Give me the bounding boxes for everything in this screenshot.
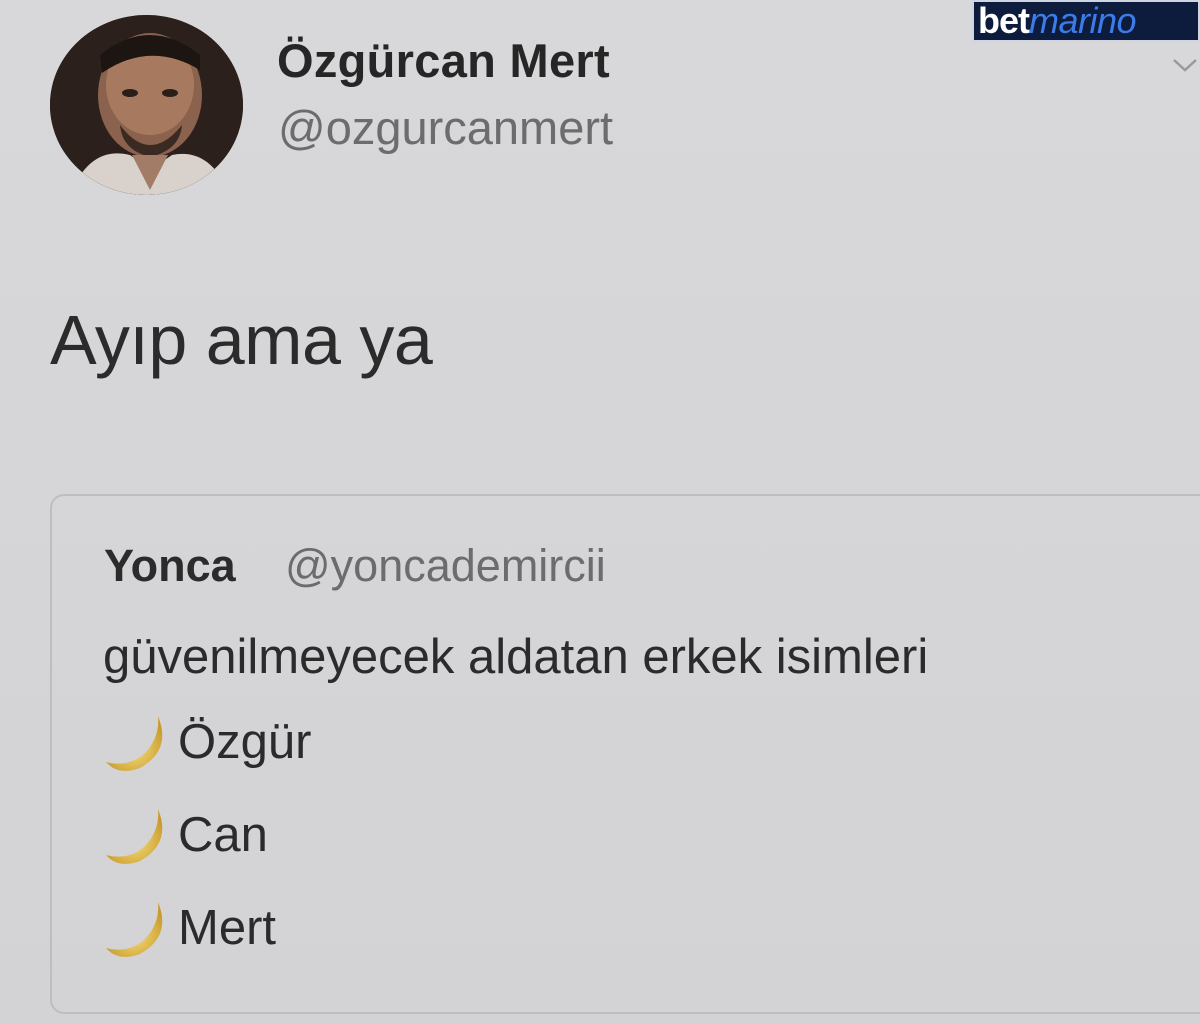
crescent-moon-icon (106, 902, 163, 957)
quoted-display-name: Yonca (104, 540, 236, 591)
quoted-tweet-card[interactable]: Yonca @yoncademircii güvenilmeyecek alda… (50, 494, 1200, 1014)
tweet-text: Ayıp ama ya (50, 301, 433, 379)
quoted-user-handle: @yoncademircii (285, 540, 606, 591)
logo-text-bet: bet (978, 0, 1030, 41)
list-item: Özgür (100, 710, 311, 774)
avatar[interactable] (50, 15, 243, 195)
list-item-label: Özgür (178, 715, 312, 769)
tweet-screenshot: Özgürcan Mert @ozgurcanmert bet marino Ay… (0, 0, 1200, 1023)
crescent-moon-icon (106, 809, 163, 864)
crescent-moon-icon (106, 716, 163, 771)
watermark-logo: bet marino (972, 0, 1200, 42)
list-item: Can (100, 803, 268, 867)
profile-photo (50, 15, 243, 195)
user-handle[interactable]: @ozgurcanmert (278, 100, 613, 155)
display-name[interactable]: Özgürcan Mert (277, 33, 610, 88)
chevron-down-icon[interactable] (1170, 50, 1200, 80)
list-item-label: Mert (178, 901, 276, 955)
quoted-tweet-text: güvenilmeyecek aldatan erkek isimleri (103, 630, 929, 684)
list-item-label: Can (178, 808, 268, 862)
list-item: Mert (100, 896, 276, 960)
logo-text-marino: marino (1029, 0, 1137, 41)
